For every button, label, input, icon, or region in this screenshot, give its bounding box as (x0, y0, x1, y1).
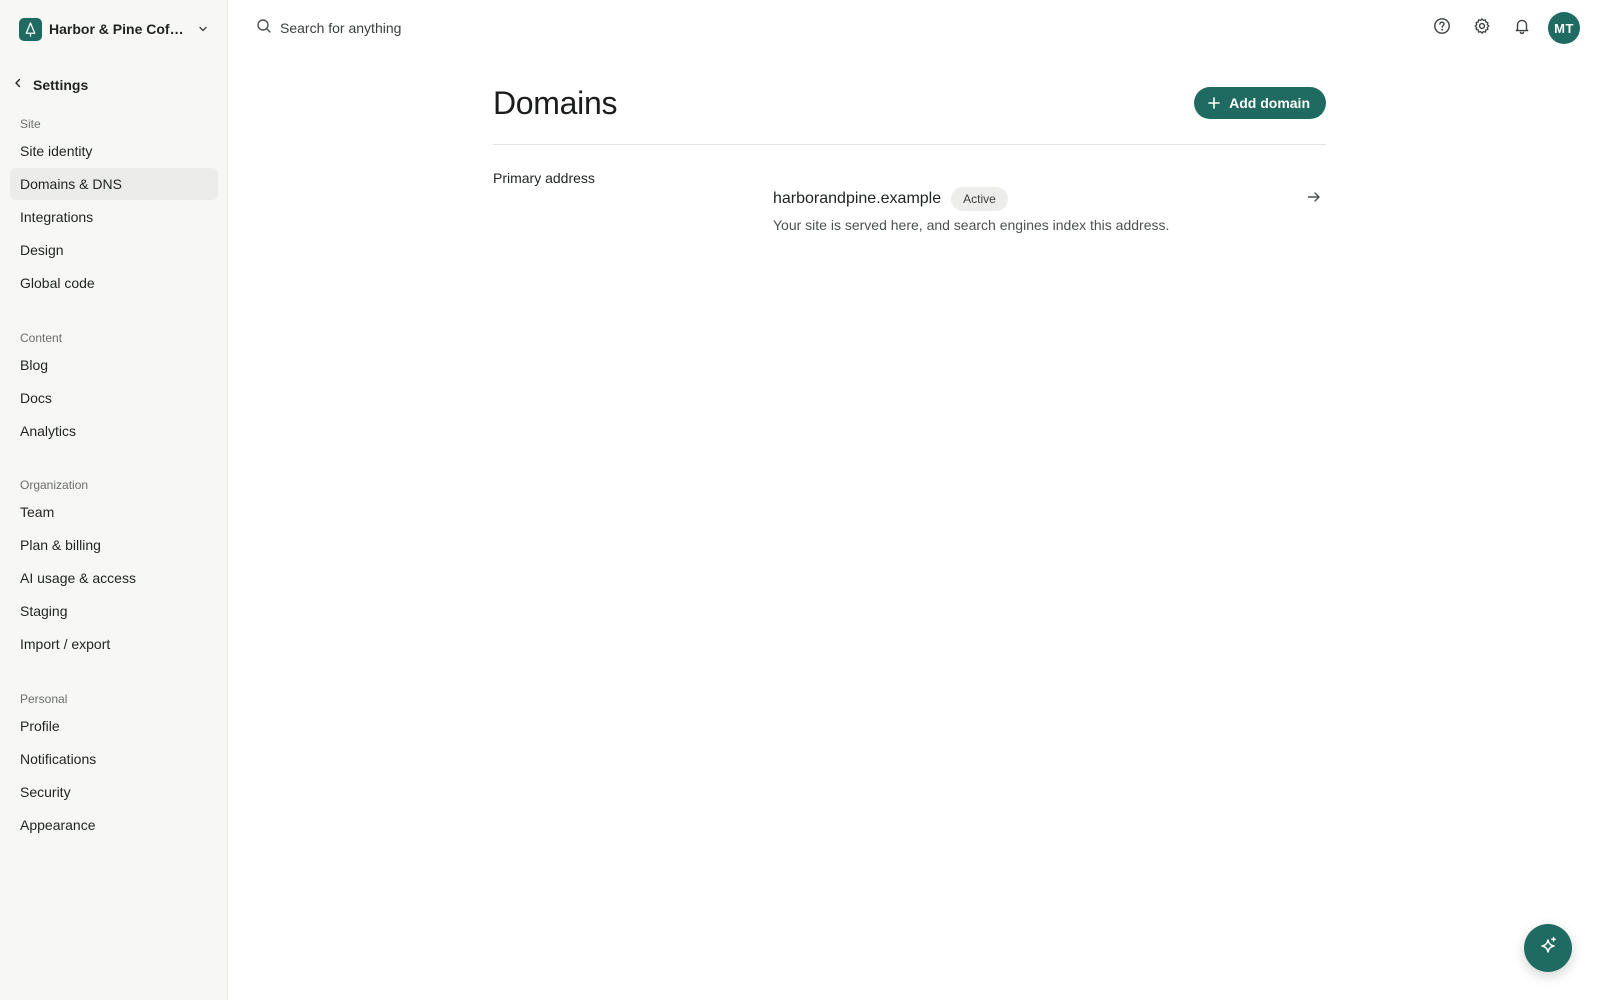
back-to-settings[interactable]: Settings (0, 73, 227, 97)
sidebar-item-security[interactable]: Security (10, 776, 218, 808)
notifications-button[interactable] (1506, 12, 1538, 44)
user-avatar[interactable]: MT (1548, 12, 1580, 44)
top-actions: MT (1418, 12, 1580, 44)
arrow-right-icon (1306, 187, 1326, 233)
domains-page: Domains Add domain Primary address harbo… (493, 84, 1326, 233)
nav-group-label: Site (20, 117, 41, 131)
sidebar-item-notifications[interactable]: Notifications (10, 743, 218, 775)
workspace-switcher[interactable]: Harbor & Pine Coff… (0, 0, 227, 58)
section-label: Primary address (493, 170, 595, 186)
nav-group-label: Organization (20, 478, 89, 492)
nav-group-site: Site Site identity Domains & DNS Integra… (0, 114, 228, 300)
sidebar-item-integrations[interactable]: Integrations (10, 201, 218, 233)
sidebar-item-import-export[interactable]: Import / export (10, 628, 218, 660)
search-input[interactable] (280, 20, 580, 36)
domain-description: Your site is served here, and search eng… (773, 217, 1170, 233)
help-icon (1433, 17, 1451, 40)
search-icon (256, 18, 272, 39)
workspace-name: Harbor & Pine Coff… (49, 21, 186, 37)
nav-group-label: Content (20, 331, 63, 345)
nav-group-organization: Organization Team Plan & billing AI usag… (0, 475, 228, 661)
sidebar-item-plan-billing[interactable]: Plan & billing (10, 529, 218, 561)
add-domain-label: Add domain (1229, 95, 1310, 111)
top-bar: MT (228, 0, 1600, 56)
page-header: Domains Add domain (493, 84, 1326, 121)
sidebar-item-site-identity[interactable]: Site identity (10, 135, 218, 167)
help-button[interactable] (1426, 12, 1458, 44)
ai-assistant-button[interactable] (1524, 924, 1572, 972)
sidebar-item-blog[interactable]: Blog (10, 349, 218, 381)
sidebar-item-analytics[interactable]: Analytics (10, 415, 218, 447)
settings-button[interactable] (1466, 12, 1498, 44)
sparkle-icon (1537, 935, 1559, 962)
sidebar-item-staging[interactable]: Staging (10, 595, 218, 627)
domain-info: harborandpine.example Active Your site i… (773, 187, 1306, 233)
nav-group-label: Personal (20, 692, 68, 706)
sidebar-item-team[interactable]: Team (10, 496, 218, 528)
sidebar-item-domains-dns[interactable]: Domains & DNS (10, 168, 218, 200)
sidebar-item-ai-usage[interactable]: AI usage & access (10, 562, 218, 594)
sidebar-item-design[interactable]: Design (10, 234, 218, 266)
plus-icon (1208, 97, 1220, 109)
sidebar-item-appearance[interactable]: Appearance (10, 809, 218, 841)
chevron-left-icon (12, 76, 24, 94)
search-box[interactable] (256, 18, 580, 39)
chevron-down-icon (197, 23, 209, 35)
bell-icon (1513, 17, 1531, 40)
gear-icon (1473, 17, 1491, 40)
sidebar-item-docs[interactable]: Docs (10, 382, 218, 414)
nav-group-personal: Personal Profile Notifications Security … (0, 689, 228, 842)
domain-line: harborandpine.example Active (773, 187, 1306, 211)
add-domain-button[interactable]: Add domain (1194, 87, 1326, 119)
nav-group-content: Content Blog Docs Analytics (0, 328, 228, 448)
status-badge: Active (951, 187, 1008, 211)
page-title: Domains (493, 84, 618, 121)
sidebar-item-profile[interactable]: Profile (10, 710, 218, 742)
settings-sidebar: Harbor & Pine Coff… Settings Site Site i… (0, 0, 228, 1000)
primary-address-section: Primary address harborandpine.example Ac… (493, 145, 1326, 233)
domain-row[interactable]: harborandpine.example Active Your site i… (773, 170, 1326, 233)
domain-name: harborandpine.example (773, 190, 942, 207)
back-label: Settings (33, 77, 89, 93)
pine-tree-icon (19, 17, 42, 41)
sidebar-item-global-code[interactable]: Global code (10, 267, 218, 299)
